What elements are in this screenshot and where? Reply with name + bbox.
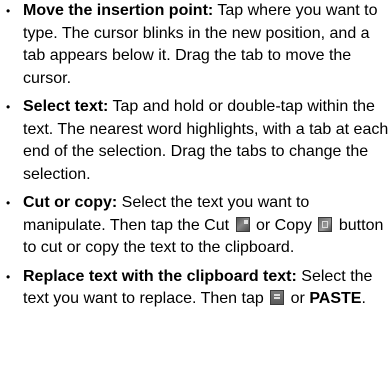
item-text: or Copy [251, 216, 317, 234]
bullet: • [6, 269, 11, 284]
list-item-select-text: • Select text: Tap and hold or double-ta… [0, 96, 391, 186]
item-term: Cut or copy: [23, 194, 118, 211]
list-item-cut-or-copy: • Cut or copy: Select the text you want … [0, 192, 391, 260]
paste-icon [270, 290, 285, 305]
list-item-move-insertion-point: • Move the insertion point: Tap where yo… [0, 0, 391, 90]
item-term: Replace text with the clipboard text: [23, 267, 297, 285]
item-text: . [361, 290, 366, 307]
copy-icon [318, 216, 333, 232]
instruction-list: • Move the insertion point: Tap where yo… [0, 0, 391, 317]
item-text: or [286, 290, 310, 307]
bullet: • [6, 100, 11, 114]
cut-icon [235, 216, 250, 232]
bullet: • [6, 196, 11, 210]
item-term: Select text: [23, 98, 109, 115]
paste-label: PASTE [309, 290, 362, 307]
bullet: • [6, 4, 11, 18]
item-term: Move the insertion point: [23, 2, 214, 19]
list-item-replace-text: • Replace text with the clipboard text: … [0, 266, 391, 311]
